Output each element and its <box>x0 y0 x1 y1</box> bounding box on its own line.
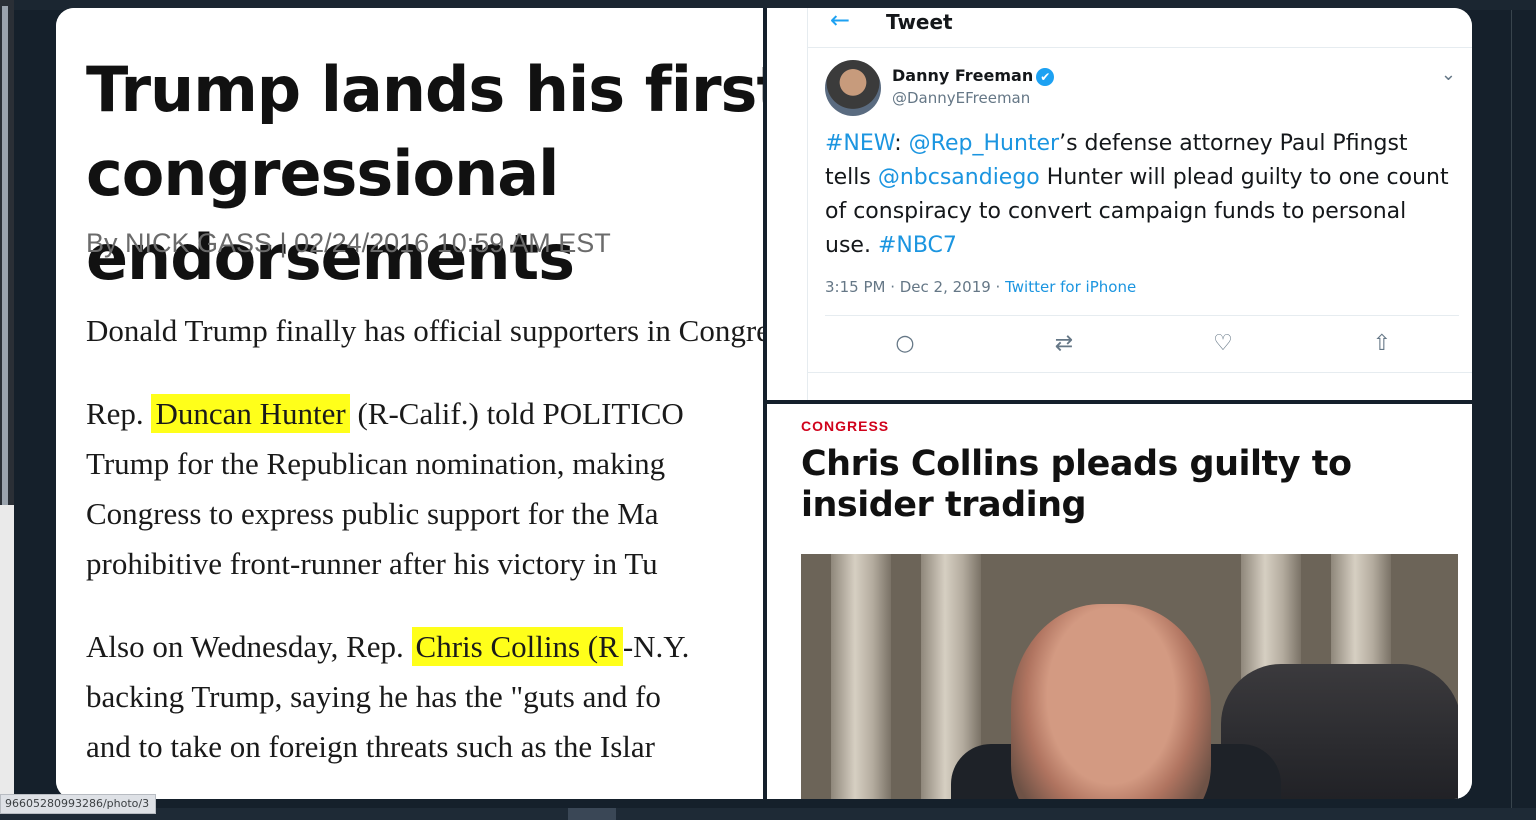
article-paragraph-1: Donald Trump finally has official suppor… <box>86 313 764 348</box>
tweet-actions: ○ ⇄ ♡ ⇧ <box>825 326 1459 362</box>
news-photo <box>801 554 1458 799</box>
media-image-card[interactable]: Trump lands his first congressional endo… <box>56 8 1472 799</box>
browser-bottom-bar <box>0 808 1536 820</box>
paragraph-line: backing Trump, saying he has the "guts a… <box>86 679 661 714</box>
author-handle[interactable]: @DannyEFreeman <box>892 89 1030 107</box>
scrollbar-track <box>0 505 14 820</box>
mention-rep-hunter[interactable]: @Rep_Hunter <box>909 131 1059 156</box>
tweet-timestamp[interactable]: 3:15 PM · Dec 2, 2019 · <box>825 278 1005 296</box>
browser-scrollbar[interactable] <box>0 0 14 820</box>
text-run: Rep. <box>86 396 152 431</box>
article-paragraph-2: Rep. Duncan Hunter (R-Calif.) told POLIT… <box>86 389 764 589</box>
bottom-bar-segment <box>568 808 616 820</box>
highlight-chris-collins: Chris Collins (R <box>411 627 623 666</box>
paragraph-line: Rep. Duncan Hunter (R-Calif.) told POLIT… <box>86 389 764 439</box>
chevron-down-icon[interactable]: ⌄ <box>1441 64 1456 85</box>
author-name[interactable]: Danny Freeman ✔ <box>892 66 1055 86</box>
politico-article-clipping: Trump lands his first congressional endo… <box>56 8 764 799</box>
news-article-clipping: CONGRESS Chris Collins pleads guilty to … <box>763 400 1472 799</box>
article-paragraph-3: Also on Wednesday, Rep. Chris Collins (R… <box>86 622 764 772</box>
tweet-header-title: Tweet <box>886 10 953 34</box>
divider <box>825 315 1459 316</box>
text-run: Also on Wednesday, Rep. <box>86 629 412 664</box>
tweet-column: ← Tweet Danny Freeman ✔ @DannyEFreeman ⌄ … <box>807 8 1472 400</box>
tweet-text: #NEW: @Rep_Hunter’s defense attorney Pau… <box>825 127 1455 263</box>
paragraph-line: prohibitive front-runner after his victo… <box>86 546 658 581</box>
scrollbar-thumb[interactable] <box>2 6 8 506</box>
reply-icon[interactable]: ○ <box>887 326 923 362</box>
text-run: : <box>894 131 909 156</box>
article-byline: By NICK GASS | 02/24/2016 10:59 AM EST <box>86 228 611 258</box>
status-bar-url: 96605280993286/photo/3 <box>0 794 157 814</box>
share-icon[interactable]: ⇧ <box>1364 326 1400 362</box>
retweet-icon[interactable]: ⇄ <box>1046 326 1082 362</box>
paragraph-line: Trump for the Republican nomination, mak… <box>86 446 666 481</box>
text-run: (R-Calif.) told POLITICO <box>349 396 684 431</box>
paragraph-line: Congress to express public support for t… <box>86 496 659 531</box>
hashtag-nbc7[interactable]: #NBC7 <box>878 233 957 258</box>
author-name-text: Danny Freeman <box>892 66 1034 85</box>
news-headline: Chris Collins pleads guilty to insider t… <box>801 444 1352 525</box>
avatar[interactable] <box>825 60 881 116</box>
section-kicker: CONGRESS <box>801 418 890 434</box>
tweet-screenshot: ← Tweet Danny Freeman ✔ @DannyEFreeman ⌄ … <box>763 8 1472 400</box>
tweet-meta: 3:15 PM · Dec 2, 2019 · Twitter for iPho… <box>825 278 1136 296</box>
back-arrow-icon[interactable]: ← <box>830 8 850 34</box>
verified-badge-icon: ✔ <box>1036 67 1055 86</box>
like-icon[interactable]: ♡ <box>1205 326 1241 362</box>
tweet-source[interactable]: Twitter for iPhone <box>1005 278 1136 296</box>
article-headline: Trump lands his first congressional endo… <box>86 53 764 294</box>
mention-nbcsandiego[interactable]: @nbcsandiego <box>878 165 1040 190</box>
highlight-duncan-hunter: Duncan Hunter <box>151 394 350 433</box>
text-run: -N.Y. <box>622 629 690 664</box>
divider <box>808 372 1472 373</box>
photo-face <box>1011 604 1211 799</box>
frame-divider <box>1511 10 1512 810</box>
tweet-header: ← Tweet <box>808 8 1472 48</box>
hashtag-new[interactable]: #NEW <box>825 131 894 156</box>
paragraph-line: Also on Wednesday, Rep. Chris Collins (R… <box>86 622 764 672</box>
photo-column <box>831 554 891 799</box>
paragraph-line: and to take on foreign threats such as t… <box>86 729 656 764</box>
